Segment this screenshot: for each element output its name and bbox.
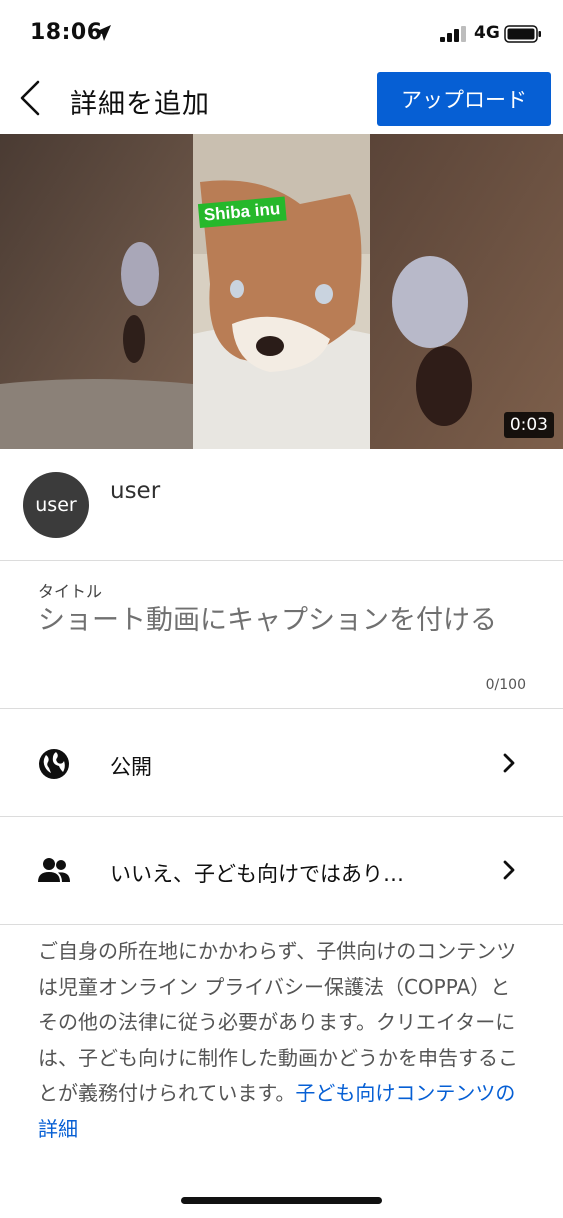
video-preview[interactable]: Shiba inu 0:03 [0,134,563,449]
header: 詳細を追加 アップロード [0,64,563,134]
back-chevron-icon[interactable] [14,78,48,118]
people-icon [38,858,70,882]
chevron-right-icon [503,860,515,880]
char-count: 0/100 [485,677,526,693]
location-arrow-icon [95,25,111,41]
video-thumbnail [0,134,563,449]
user-name: user [110,478,161,504]
coppa-disclaimer: ご自身の所在地にかかわらず、子供向けのコンテンツは児童オンライン プライバシー保… [38,934,528,1147]
globe-icon [39,749,69,779]
divider [0,708,563,709]
video-duration: 0:03 [503,412,554,438]
upload-button[interactable]: アップロード [377,72,551,126]
title-input[interactable]: ショート動画にキャプションを付ける [38,602,528,640]
avatar: user [23,472,89,538]
status-bar: 18:06 4G [0,0,563,64]
audience-label: いいえ、子ども向けではあり… [110,862,404,886]
title-field-label: タイトル [38,582,103,601]
page-title: 詳細を追加 [70,89,210,120]
chevron-right-icon [503,753,515,773]
home-indicator[interactable] [181,1197,382,1204]
divider [0,560,563,561]
divider [0,924,563,925]
signal-bars-icon [440,26,466,42]
network-type: 4G [474,23,500,43]
battery-icon [504,25,541,43]
visibility-label: 公開 [110,755,152,779]
status-time: 18:06 [30,20,103,45]
audience-option[interactable]: いいえ、子ども向けではあり… [0,817,563,924]
visibility-option[interactable]: 公開 [0,710,563,817]
